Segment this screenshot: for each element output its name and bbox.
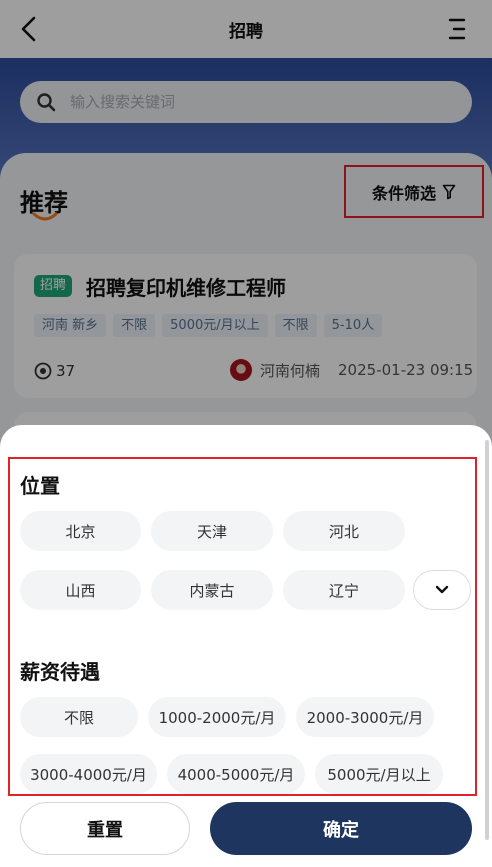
- location-chip[interactable]: 河北: [283, 511, 405, 551]
- location-section-title: 位置: [20, 474, 60, 498]
- location-chip[interactable]: 内蒙古: [151, 570, 273, 610]
- salary-chip[interactable]: 不限: [20, 697, 138, 737]
- salary-chip[interactable]: 1000-2000元/月: [148, 697, 286, 737]
- location-chip[interactable]: 辽宁: [283, 570, 405, 610]
- confirm-button[interactable]: 确定: [210, 802, 472, 855]
- chevron-down-icon: [435, 585, 449, 594]
- salary-chip[interactable]: 4000-5000元/月: [167, 754, 305, 794]
- filter-options-area: [8, 457, 477, 796]
- location-chip[interactable]: 北京: [20, 511, 141, 551]
- salary-chip[interactable]: 2000-3000元/月: [296, 697, 434, 737]
- location-chip[interactable]: 山西: [20, 570, 141, 610]
- salary-chip[interactable]: 5000元/月以上: [315, 754, 443, 794]
- location-chip[interactable]: 天津: [151, 511, 273, 551]
- expand-locations-button[interactable]: [413, 570, 471, 610]
- salary-section-title: 薪资待遇: [20, 660, 100, 684]
- salary-chip[interactable]: 3000-4000元/月: [20, 754, 157, 794]
- sheet-scrollbar[interactable]: [485, 440, 489, 840]
- reset-button[interactable]: 重置: [20, 802, 190, 855]
